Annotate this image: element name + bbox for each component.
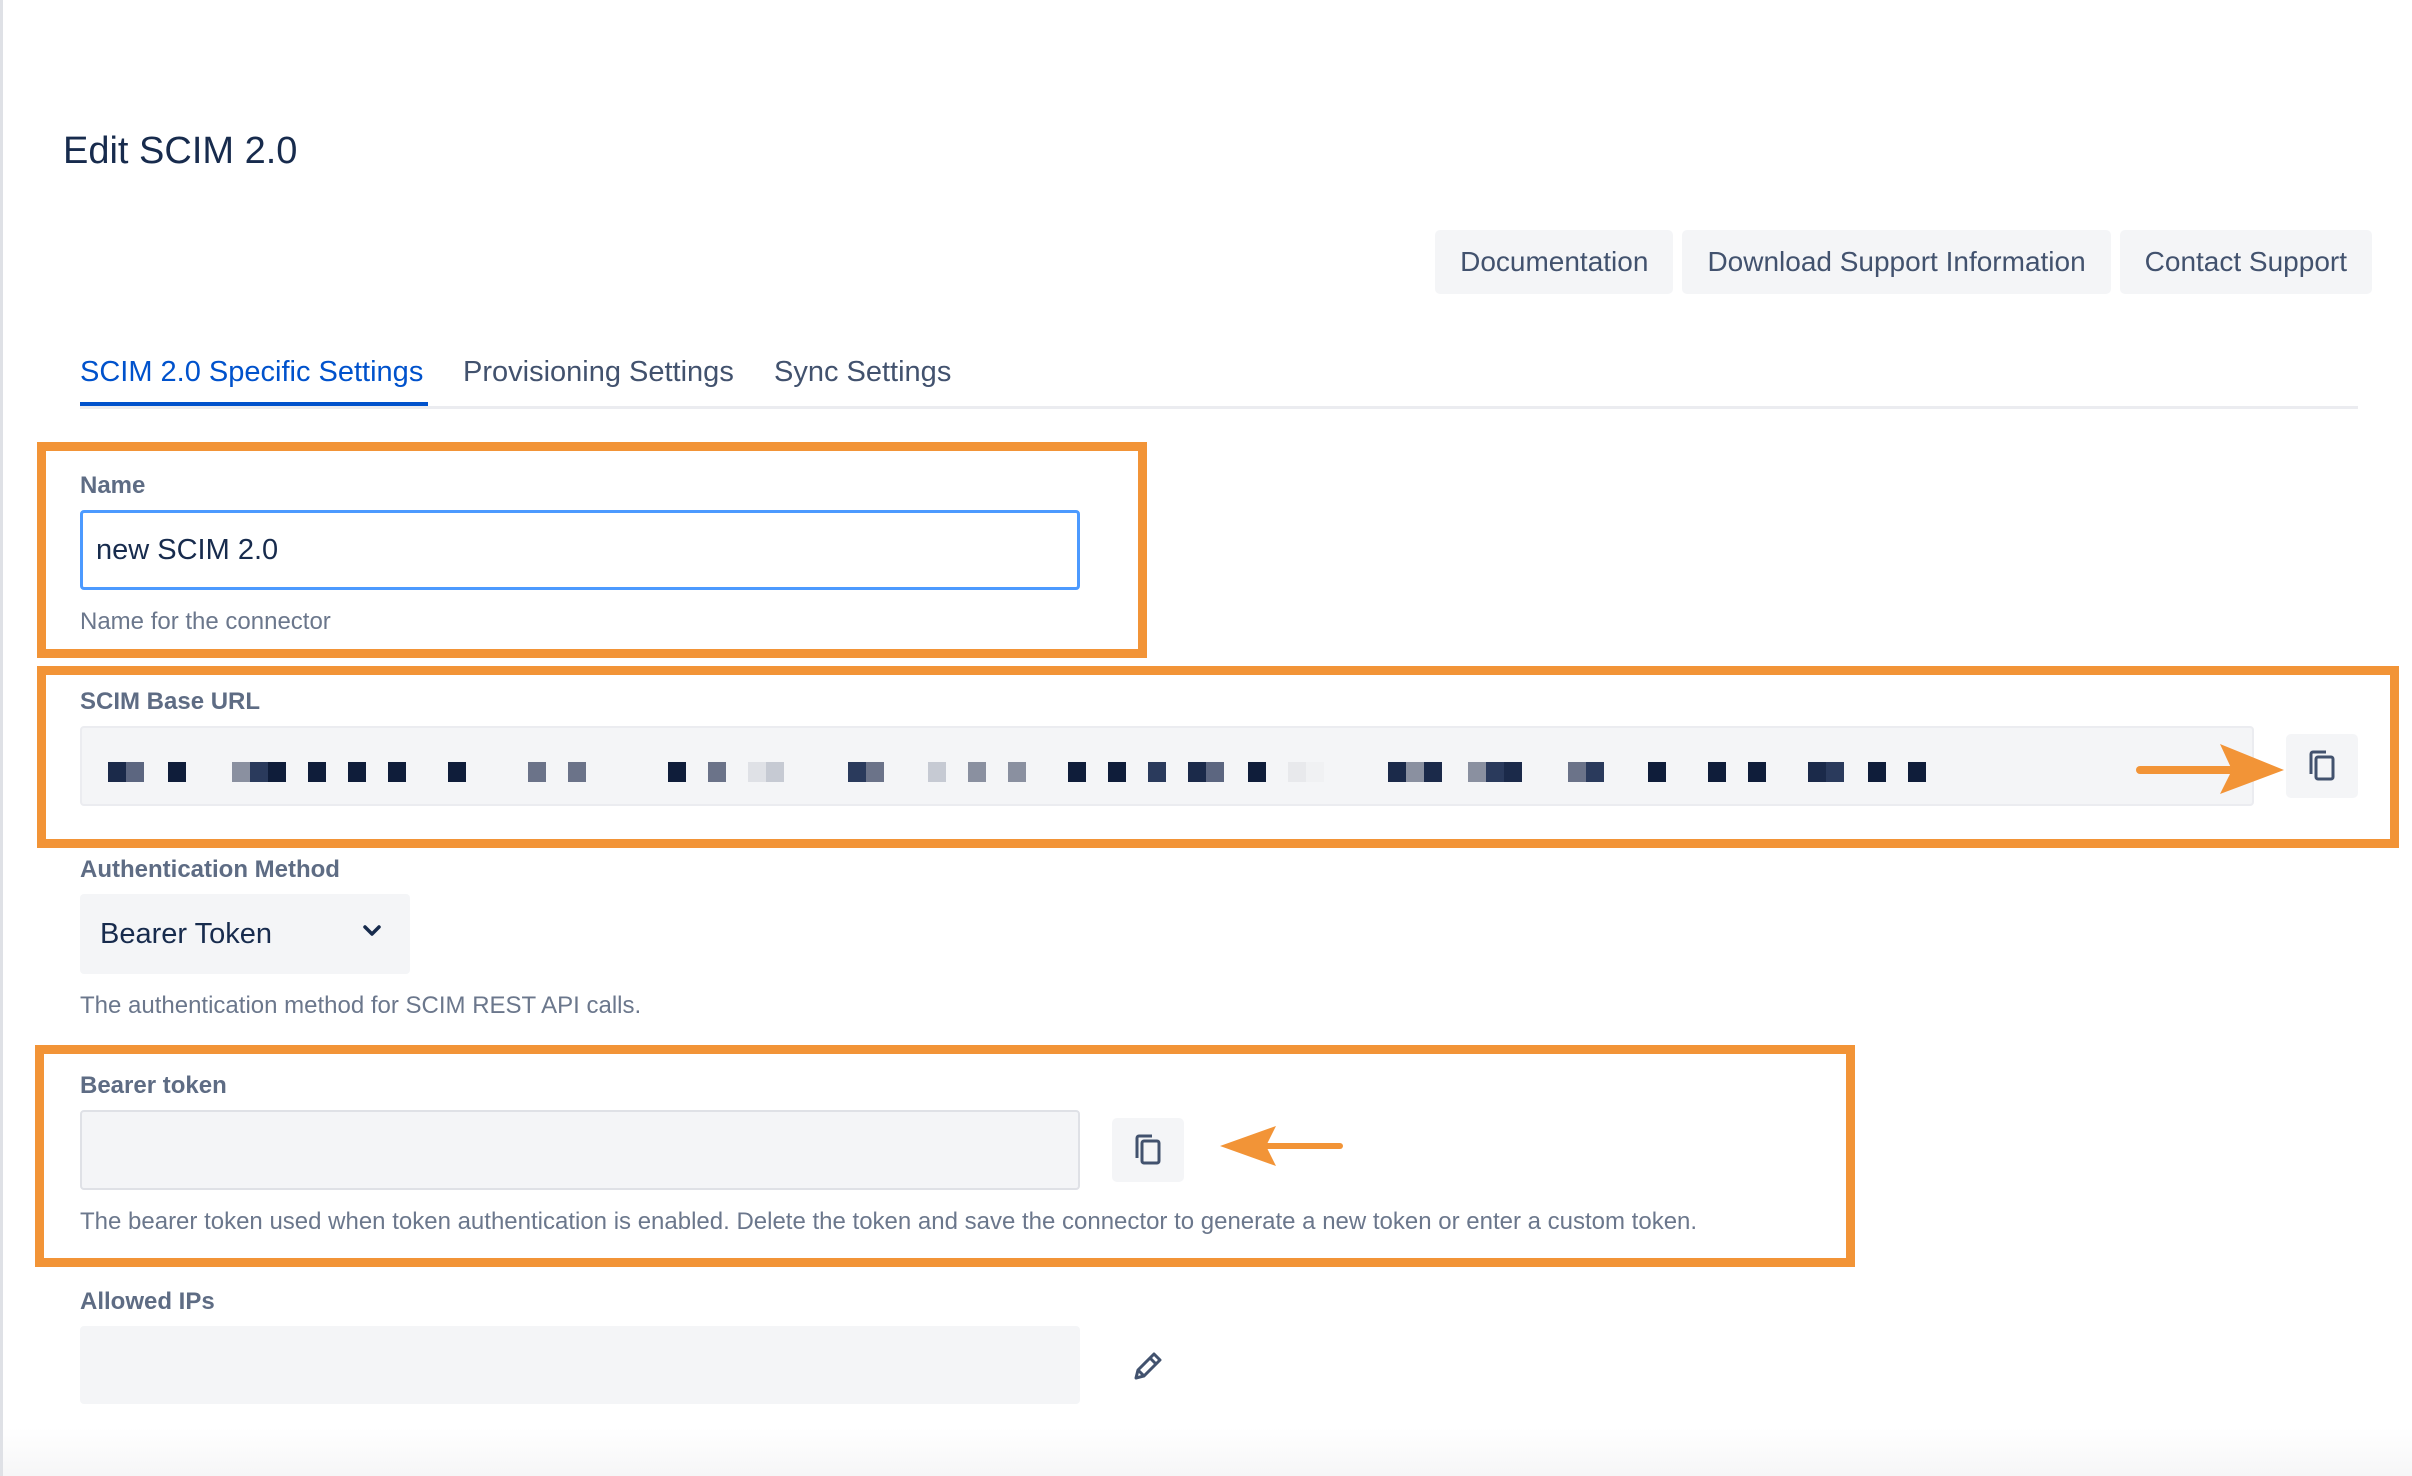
page-left-border — [0, 0, 3, 1476]
highlight-name-section — [37, 442, 1147, 658]
contact-support-button[interactable]: Contact Support — [2119, 230, 2372, 294]
highlight-base-url-section — [37, 666, 2399, 848]
tab-sync-settings[interactable]: Sync Settings — [774, 356, 951, 389]
settings-tabs: SCIM 2.0 Specific Settings Provisioning … — [80, 356, 2358, 409]
page-title: Edit SCIM 2.0 — [63, 130, 298, 172]
arrow-right-annotation — [2136, 744, 2284, 794]
edit-allowed-ips-button[interactable] — [1128, 1346, 1168, 1386]
active-tab-indicator — [80, 402, 428, 406]
documentation-button[interactable]: Documentation — [1435, 230, 1674, 294]
arrow-left-annotation — [1220, 1126, 1343, 1166]
auth-method-select[interactable]: Bearer Token — [80, 894, 410, 974]
chevron-down-icon — [363, 925, 381, 936]
highlight-bearer-token-section — [35, 1045, 1855, 1267]
auth-method-value: Bearer Token — [100, 918, 272, 950]
tab-provisioning-settings[interactable]: Provisioning Settings — [463, 356, 734, 389]
pencil-icon — [1134, 1352, 1162, 1380]
header-actions: Documentation Download Support Informati… — [1435, 230, 2372, 294]
allowed-ips-label: Allowed IPs — [80, 1288, 215, 1315]
tab-scim-specific-settings[interactable]: SCIM 2.0 Specific Settings — [80, 356, 423, 389]
auth-method-help-text: The authentication method for SCIM REST … — [80, 992, 642, 1019]
page-bottom-fade — [3, 1428, 2412, 1476]
auth-method-label: Authentication Method — [80, 856, 340, 883]
allowed-ips-field[interactable] — [80, 1326, 1080, 1404]
download-support-info-button[interactable]: Download Support Information — [1682, 230, 2111, 294]
